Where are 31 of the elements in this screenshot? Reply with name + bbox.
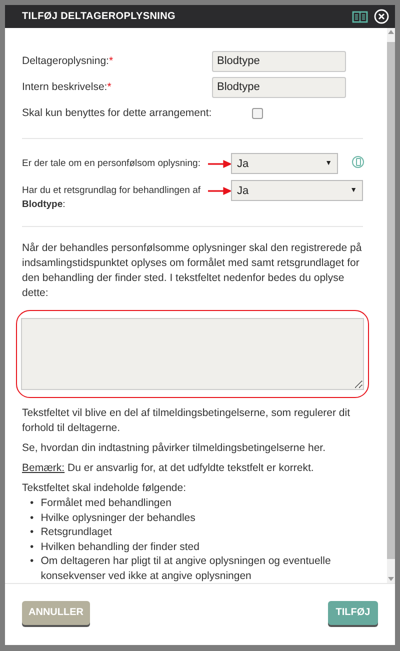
note-text: Bemærk: Du er ansvarlig for, at det udfyldte tekstfelt er korrekt. [22, 461, 315, 476]
list-title: Tekstfeltet skal indeholde følgende: [22, 481, 188, 496]
arrow-icon [208, 159, 232, 169]
note-label: Bemærk: [22, 462, 65, 474]
list-item: Hvilken behandling der finder sted [40, 540, 200, 554]
info-icon[interactable] [352, 156, 364, 168]
field-label: Deltageroplysning:* [22, 55, 114, 67]
bullet: • [30, 510, 34, 525]
question-label: Har du et retsgrundlag for behandlingen af Blodtype: [22, 184, 202, 212]
intro-text: Når der behandles personfølsomme oplysninger skal den registrerede på indsamlingstidspunktet oplyses om formålet med samt retsgrundlaget for den behandling der finder sted. I tekstfeltet nedenfor bedes du oplyse dette: [22, 241, 363, 301]
question-label: Er der tale om en personfølsom oplysning: [22, 157, 202, 171]
arrow-icon [208, 186, 232, 196]
checkbox-label: Skal kun benyttes for dette arrangement: [22, 107, 212, 119]
bullet: • [30, 540, 34, 554]
scrollbar[interactable] [387, 28, 395, 583]
book-icon[interactable] [352, 10, 368, 22]
checkbox[interactable] [252, 108, 263, 118]
list-item: Om deltageren har pligt til at angive oplysningen og eventuelle konsekvenser ved ikke at angive oplysningen [40, 554, 332, 583]
info-text: Tekstfeltet vil blive en del af tilmeldingsbetingelserne, som regulerer dit forhold til deltagerne. [22, 406, 351, 436]
close-icon[interactable] [374, 9, 389, 24]
text-field[interactable]: Blodtype [212, 50, 346, 72]
list-item: Hvilke oplysninger der behandles [40, 510, 196, 525]
bullet: • [30, 525, 34, 540]
list-item: Formålet med behandlingen [40, 496, 172, 510]
bullet: • [30, 496, 34, 510]
window-title: TILFØJ DELTAGEROPLYSNING [22, 11, 177, 22]
bullet: • [30, 554, 34, 569]
text-field[interactable]: Blodtype [212, 76, 346, 98]
field-label: Intern beskrivelse:* [22, 81, 112, 93]
list-item: Retsgrundlaget [40, 525, 112, 540]
info-text: Se, hvordan din indtastning påvirker tilmeldingsbetingelserne her. [22, 441, 327, 456]
